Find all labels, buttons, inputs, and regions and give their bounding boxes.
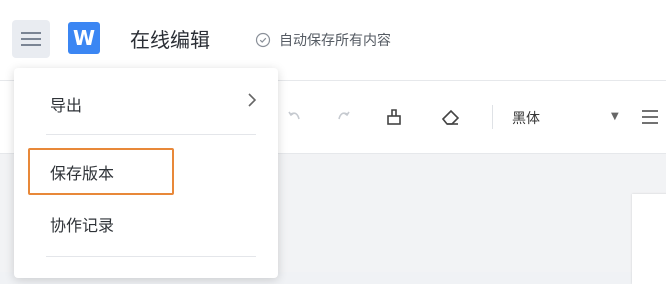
menu-divider <box>46 256 256 257</box>
hamburger-bar <box>21 44 41 46</box>
document-page[interactable] <box>632 194 666 284</box>
align-icon[interactable] <box>640 109 660 129</box>
redo-icon[interactable] <box>334 107 352 129</box>
format-painter-icon[interactable] <box>384 107 404 131</box>
menu-divider <box>46 134 256 135</box>
menu-item-export[interactable]: 导出 <box>50 92 82 116</box>
chevron-right-icon <box>246 92 258 112</box>
page-title: 在线编辑 <box>130 28 210 52</box>
save-status: 自动保存所有内容 <box>255 30 391 50</box>
caret-down-icon[interactable]: ▼ <box>611 111 619 122</box>
clock-icon <box>255 32 271 48</box>
font-family-select[interactable]: 黑体 <box>512 108 540 128</box>
hamburger-menu-button[interactable] <box>12 20 50 58</box>
undo-icon[interactable] <box>286 107 304 129</box>
main-menu-dropdown: 导出 保存版本 协作记录 <box>14 68 278 278</box>
hamburger-menu-icon <box>21 32 41 34</box>
save-status-label: 自动保存所有内容 <box>279 33 391 49</box>
eraser-icon[interactable] <box>440 107 462 131</box>
app-logo[interactable]: W <box>68 22 100 54</box>
menu-item-save-version[interactable]: 保存版本 <box>50 160 114 184</box>
toolbar-divider <box>492 105 493 129</box>
hamburger-bar <box>21 38 41 40</box>
menu-item-collaboration-log[interactable]: 协作记录 <box>50 212 114 236</box>
